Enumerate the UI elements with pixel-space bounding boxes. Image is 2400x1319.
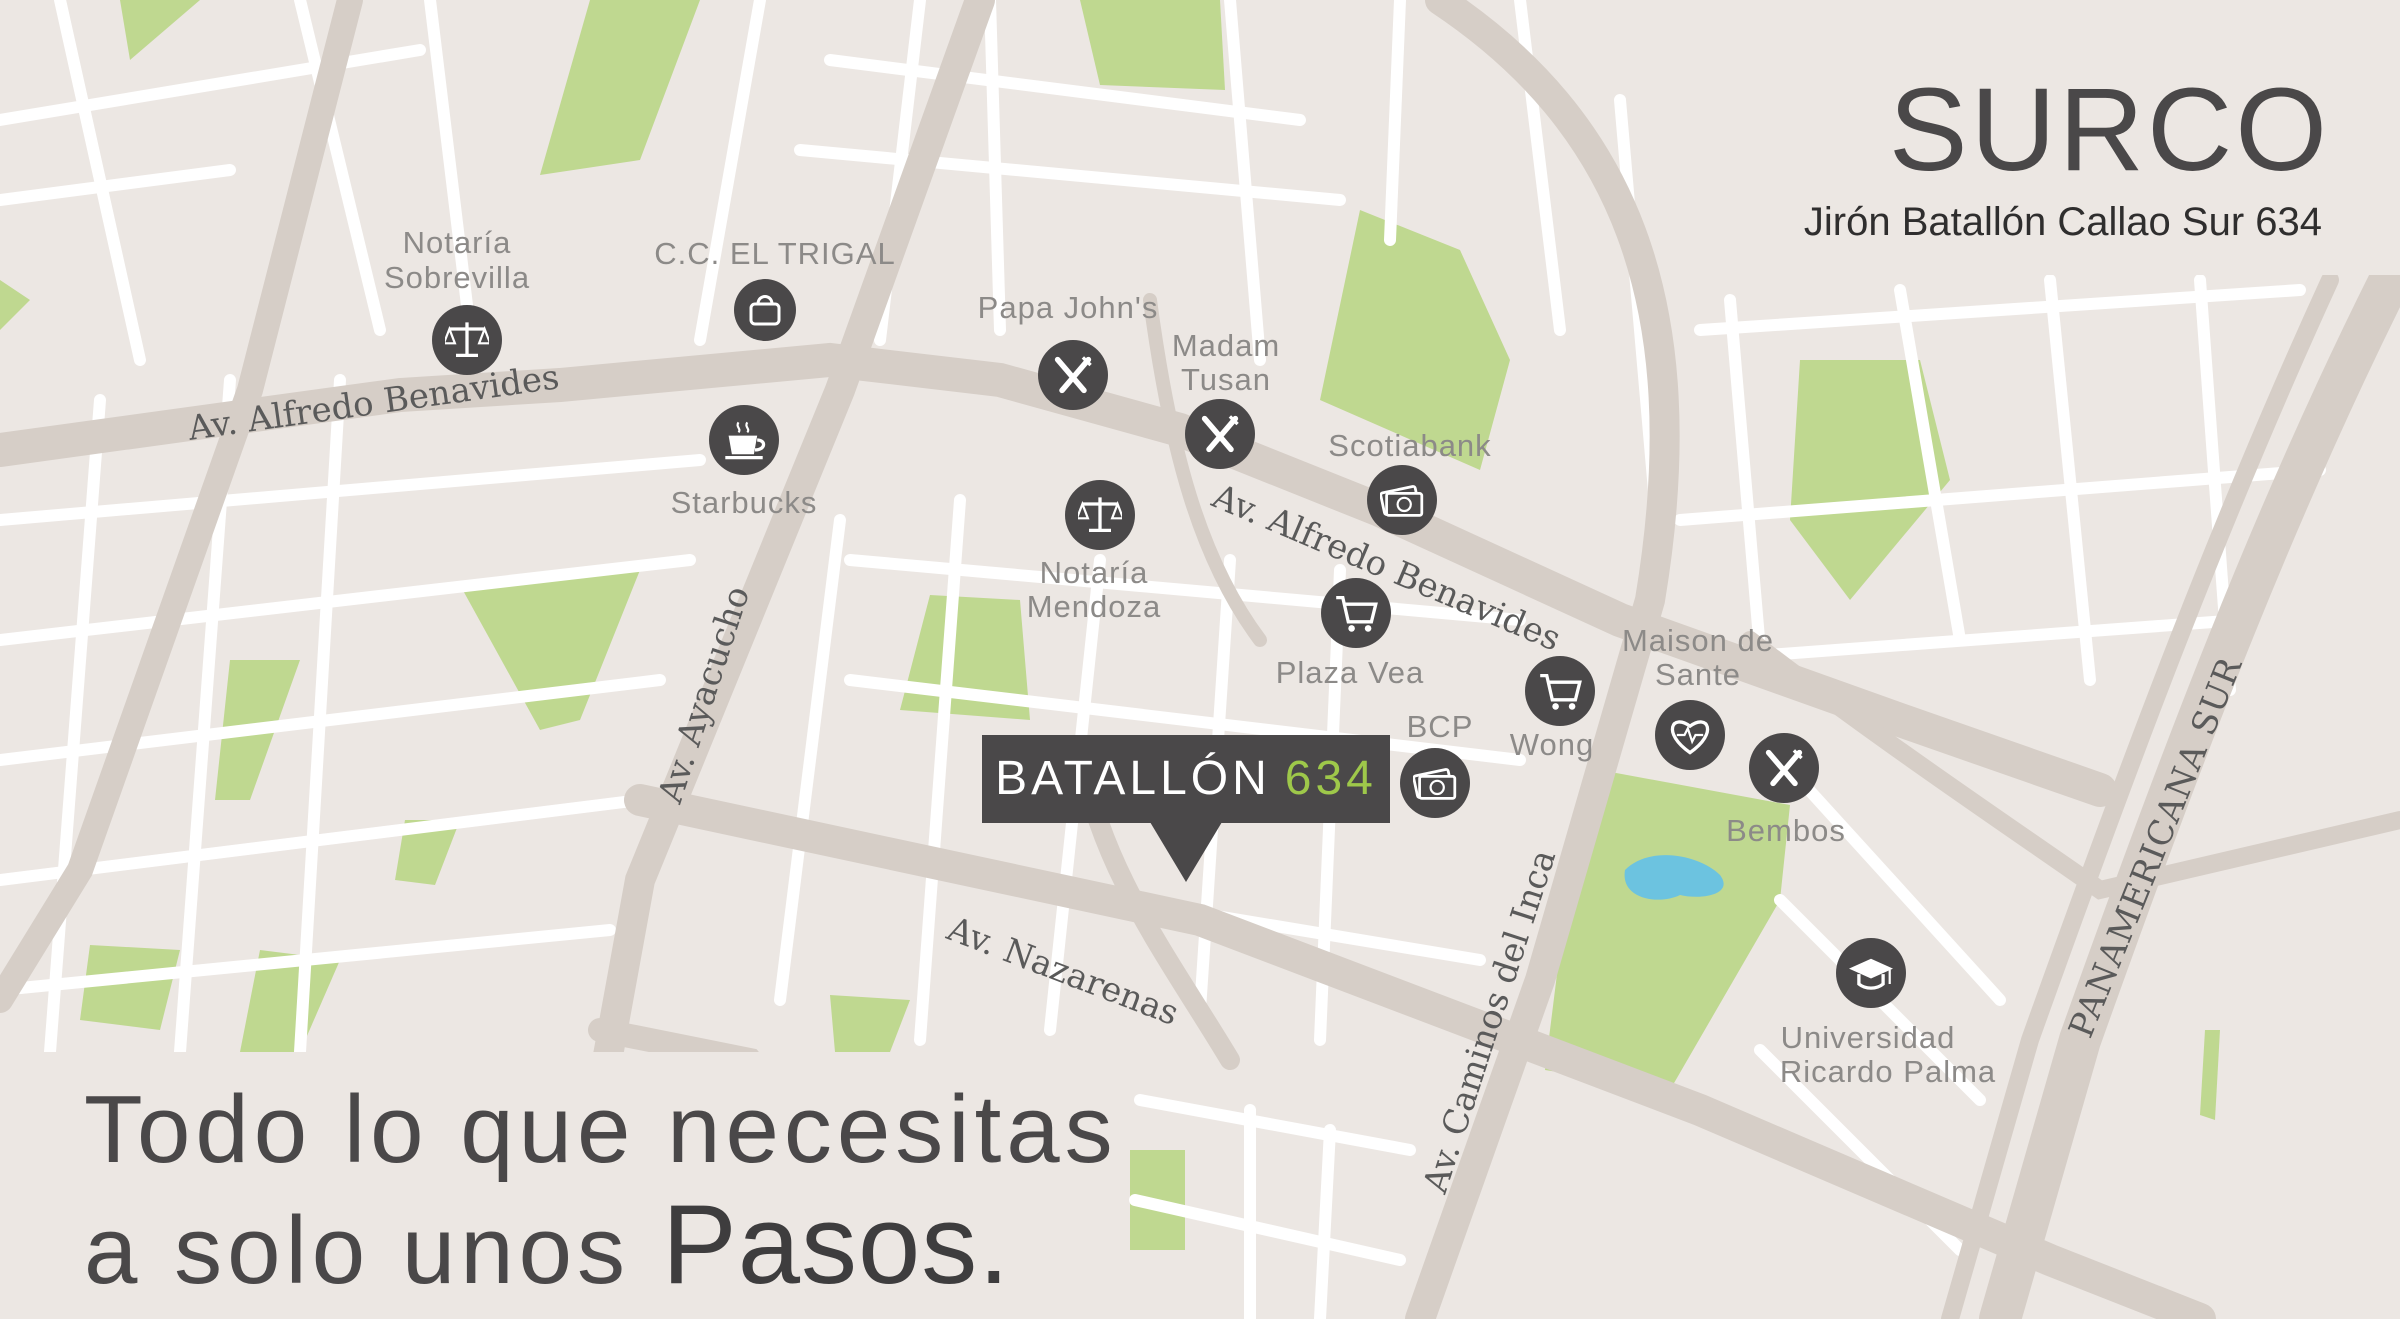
project-location-marker[interactable]: BATALLÓN 634 <box>982 735 1390 823</box>
money-icon <box>1400 748 1470 818</box>
marker-pointer <box>1150 822 1222 882</box>
scales-icon <box>432 305 502 375</box>
shopping-cart-icon <box>1321 578 1391 648</box>
poi-label: Universidad <box>1781 1020 1956 1055</box>
city-title: SURCO <box>1888 64 2330 196</box>
tagline-line-2: a solo unos Pasos. <box>84 1180 1010 1309</box>
poi-label: BCP <box>1407 709 1474 744</box>
poi-label: Plaza Vea <box>1276 655 1425 690</box>
poi-label: Mendoza <box>1027 589 1162 624</box>
poi-label: Notaría <box>1040 555 1149 590</box>
poi-label: C.C. EL TRIGAL <box>654 236 895 271</box>
project-address: Jirón Batallón Callao Sur 634 <box>1803 200 2322 244</box>
project-number: 634 <box>1284 752 1377 805</box>
tagline-line-2-text: a solo unos <box>84 1197 631 1304</box>
shopping-cart-icon <box>1525 656 1595 726</box>
poi-label: Papa John's <box>978 290 1159 325</box>
fork-knife-icon <box>1749 733 1819 803</box>
poi-bcp[interactable]: BCP <box>1400 709 1473 818</box>
poi-label: Tusan <box>1181 362 1271 397</box>
poi-label: Starbucks <box>671 485 818 520</box>
poi-label: Madam <box>1172 328 1280 363</box>
money-icon <box>1367 465 1437 535</box>
poi-label: Scotiabank <box>1328 428 1491 463</box>
fork-knife-icon <box>1185 399 1255 469</box>
map-stage: Av. Alfredo Benavides Av. Alfredo Benavi… <box>0 0 2400 1319</box>
graduation-cap-icon <box>1836 938 1906 1008</box>
poi-label: Notaría <box>403 225 512 260</box>
coffee-cup-icon <box>709 405 779 475</box>
fork-knife-icon <box>1038 340 1108 410</box>
project-name: BATALLÓN <box>995 752 1271 805</box>
poi-label: Maison de <box>1622 623 1774 658</box>
poi-label: Sobrevilla <box>384 260 530 295</box>
scales-icon <box>1065 480 1135 550</box>
poi-label: Ricardo Palma <box>1780 1054 1996 1089</box>
poi-label: Wong <box>1510 727 1594 762</box>
heart-pulse-icon <box>1655 700 1725 770</box>
poi-label: Bembos <box>1726 813 1846 848</box>
poi-label: Sante <box>1655 657 1741 692</box>
tagline-line-1: Todo lo que necesitas <box>84 1076 1118 1183</box>
tagline-emphasis: Pasos. <box>662 1182 1011 1307</box>
project-marker-label: BATALLÓN 634 <box>982 735 1390 823</box>
shopping-bag-icon <box>734 279 796 341</box>
